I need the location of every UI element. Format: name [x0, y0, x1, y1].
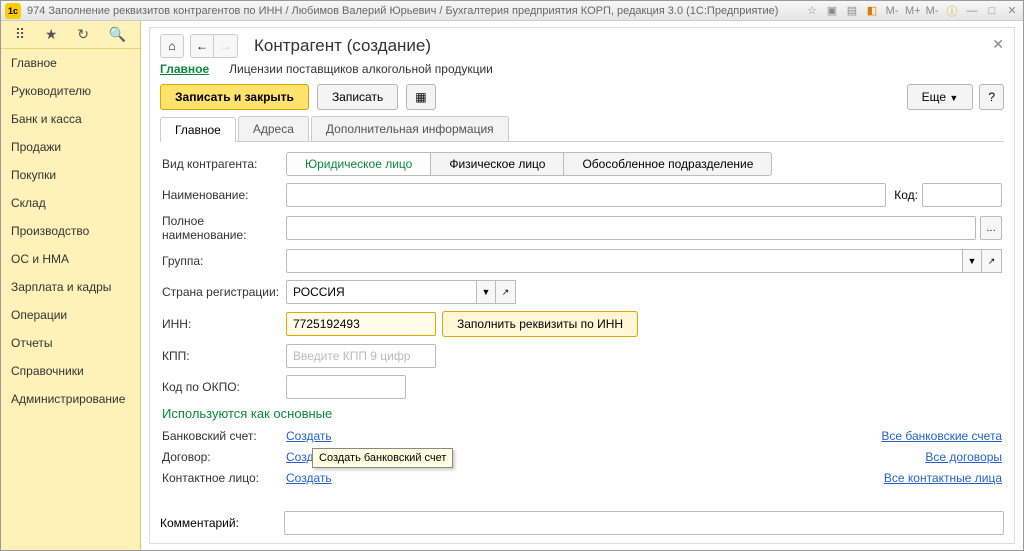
sidebar-item[interactable]: Главное	[1, 49, 140, 77]
type-branch[interactable]: Обособленное подразделение	[564, 152, 772, 176]
history-icon[interactable]: ↻	[77, 26, 89, 43]
contact-create-link[interactable]: Создать	[286, 471, 332, 485]
sidebar: ⠿ ★ ↻ 🔍 Главное Руководителю Банк и касс…	[1, 21, 141, 550]
bank-create-link[interactable]: Создать	[286, 429, 332, 443]
code-label: Код:	[894, 188, 918, 202]
defaults-section: Используются как основные	[162, 406, 1002, 421]
sidebar-item[interactable]: Руководителю	[1, 77, 140, 105]
info-icon[interactable]: ⓘ	[945, 3, 959, 19]
window-title: 974 Заполнение реквизитов контрагентов п…	[27, 5, 805, 17]
type-label: Вид контрагента:	[162, 157, 286, 171]
comment-input[interactable]	[284, 511, 1004, 535]
bank-label: Банковский счет:	[162, 429, 286, 443]
tab-addresses[interactable]: Адреса	[238, 116, 309, 141]
subnav-main[interactable]: Главное	[160, 62, 209, 76]
kpp-input[interactable]	[286, 344, 436, 368]
contact-all-link[interactable]: Все контактные лица	[884, 471, 1002, 485]
inn-input[interactable]	[286, 312, 436, 336]
sidebar-item[interactable]: Склад	[1, 189, 140, 217]
country-label: Страна регистрации:	[162, 285, 286, 299]
help-button[interactable]: ?	[979, 84, 1004, 110]
open-icon[interactable]: ↗	[496, 280, 516, 304]
comment-label: Комментарий:	[160, 516, 284, 530]
titlebar: 1c 974 Заполнение реквизитов контрагенто…	[1, 1, 1023, 21]
sidebar-item[interactable]: Отчеты	[1, 329, 140, 357]
fill-by-inn-button[interactable]: Заполнить реквизиты по ИНН	[442, 311, 638, 337]
sidebar-item[interactable]: Справочники	[1, 357, 140, 385]
star-icon[interactable]: ★	[45, 26, 58, 43]
toolbar-m[interactable]: М-	[925, 5, 939, 17]
back-button[interactable]: ←	[190, 34, 214, 58]
grid-icon[interactable]: ⠿	[15, 26, 25, 43]
close-icon[interactable]: ✕	[1005, 4, 1019, 17]
subnav-licenses[interactable]: Лицензии поставщиков алкогольной продукц…	[229, 62, 493, 76]
tooltip: Создать банковский счет	[312, 448, 453, 468]
chevron-down-icon: ▼	[949, 93, 958, 103]
contract-label: Договор:	[162, 450, 286, 464]
fullname-label: Полное наименование:	[162, 214, 286, 242]
contract-all-link[interactable]: Все договоры	[925, 450, 1002, 464]
name-label: Наименование:	[162, 188, 286, 202]
name-input[interactable]	[286, 183, 886, 207]
panel-close-icon[interactable]: ✕	[992, 36, 1004, 53]
type-individual[interactable]: Физическое лицо	[431, 152, 564, 176]
kpp-label: КПП:	[162, 349, 286, 363]
chevron-down-icon[interactable]: ▼	[962, 249, 982, 273]
minimize-icon[interactable]: —	[965, 5, 979, 17]
sidebar-item[interactable]: Операции	[1, 301, 140, 329]
toolbar-m[interactable]: М+	[905, 5, 919, 17]
toolbar-icon[interactable]: ☆	[805, 4, 819, 17]
toolbar-icon[interactable]: ◧	[865, 4, 879, 17]
toolbar-m[interactable]: М-	[885, 5, 899, 17]
save-button[interactable]: Записать	[317, 84, 398, 110]
more-button[interactable]: Еще ▼	[907, 84, 974, 110]
app-logo: 1c	[5, 3, 21, 19]
maximize-icon[interactable]: □	[985, 5, 999, 17]
toolbar-icon[interactable]: ▣	[825, 4, 839, 17]
save-close-button[interactable]: Записать и закрыть	[160, 84, 309, 110]
home-button[interactable]: ⌂	[160, 34, 184, 58]
chevron-down-icon[interactable]: ▼	[476, 280, 496, 304]
type-legal[interactable]: Юридическое лицо	[286, 152, 431, 176]
inn-label: ИНН:	[162, 317, 286, 331]
country-input[interactable]	[286, 280, 476, 304]
sidebar-item[interactable]: Покупки	[1, 161, 140, 189]
tab-main[interactable]: Главное	[160, 117, 236, 142]
sidebar-item[interactable]: Производство	[1, 217, 140, 245]
sidebar-item[interactable]: Зарплата и кадры	[1, 273, 140, 301]
toolbar-icon[interactable]: ▤	[845, 4, 859, 17]
panel-title: Контрагент (создание)	[254, 36, 431, 56]
sidebar-item[interactable]: ОС и НМА	[1, 245, 140, 273]
sidebar-item[interactable]: Банк и касса	[1, 105, 140, 133]
sidebar-item[interactable]: Продажи	[1, 133, 140, 161]
open-icon[interactable]: ↗	[982, 249, 1002, 273]
okpo-label: Код по ОКПО:	[162, 380, 286, 394]
tab-additional[interactable]: Дополнительная информация	[311, 116, 509, 141]
group-input[interactable]	[286, 249, 962, 273]
bank-all-link[interactable]: Все банковские счета	[881, 429, 1002, 443]
group-label: Группа:	[162, 254, 286, 268]
contract-create-link[interactable]: Созд	[286, 450, 313, 464]
content-panel: ✕ ⌂ ← → Контрагент (создание) Главное Ли…	[149, 27, 1015, 544]
forward-button[interactable]: →	[214, 34, 238, 58]
code-input[interactable]	[922, 183, 1002, 207]
okpo-input[interactable]	[286, 375, 406, 399]
contact-label: Контактное лицо:	[162, 471, 286, 485]
search-icon[interactable]: 🔍	[109, 26, 126, 43]
expand-icon[interactable]: …	[980, 216, 1002, 240]
sidebar-item[interactable]: Администрирование	[1, 385, 140, 413]
fullname-input[interactable]	[286, 216, 976, 240]
attach-button[interactable]: ▦	[406, 84, 435, 110]
